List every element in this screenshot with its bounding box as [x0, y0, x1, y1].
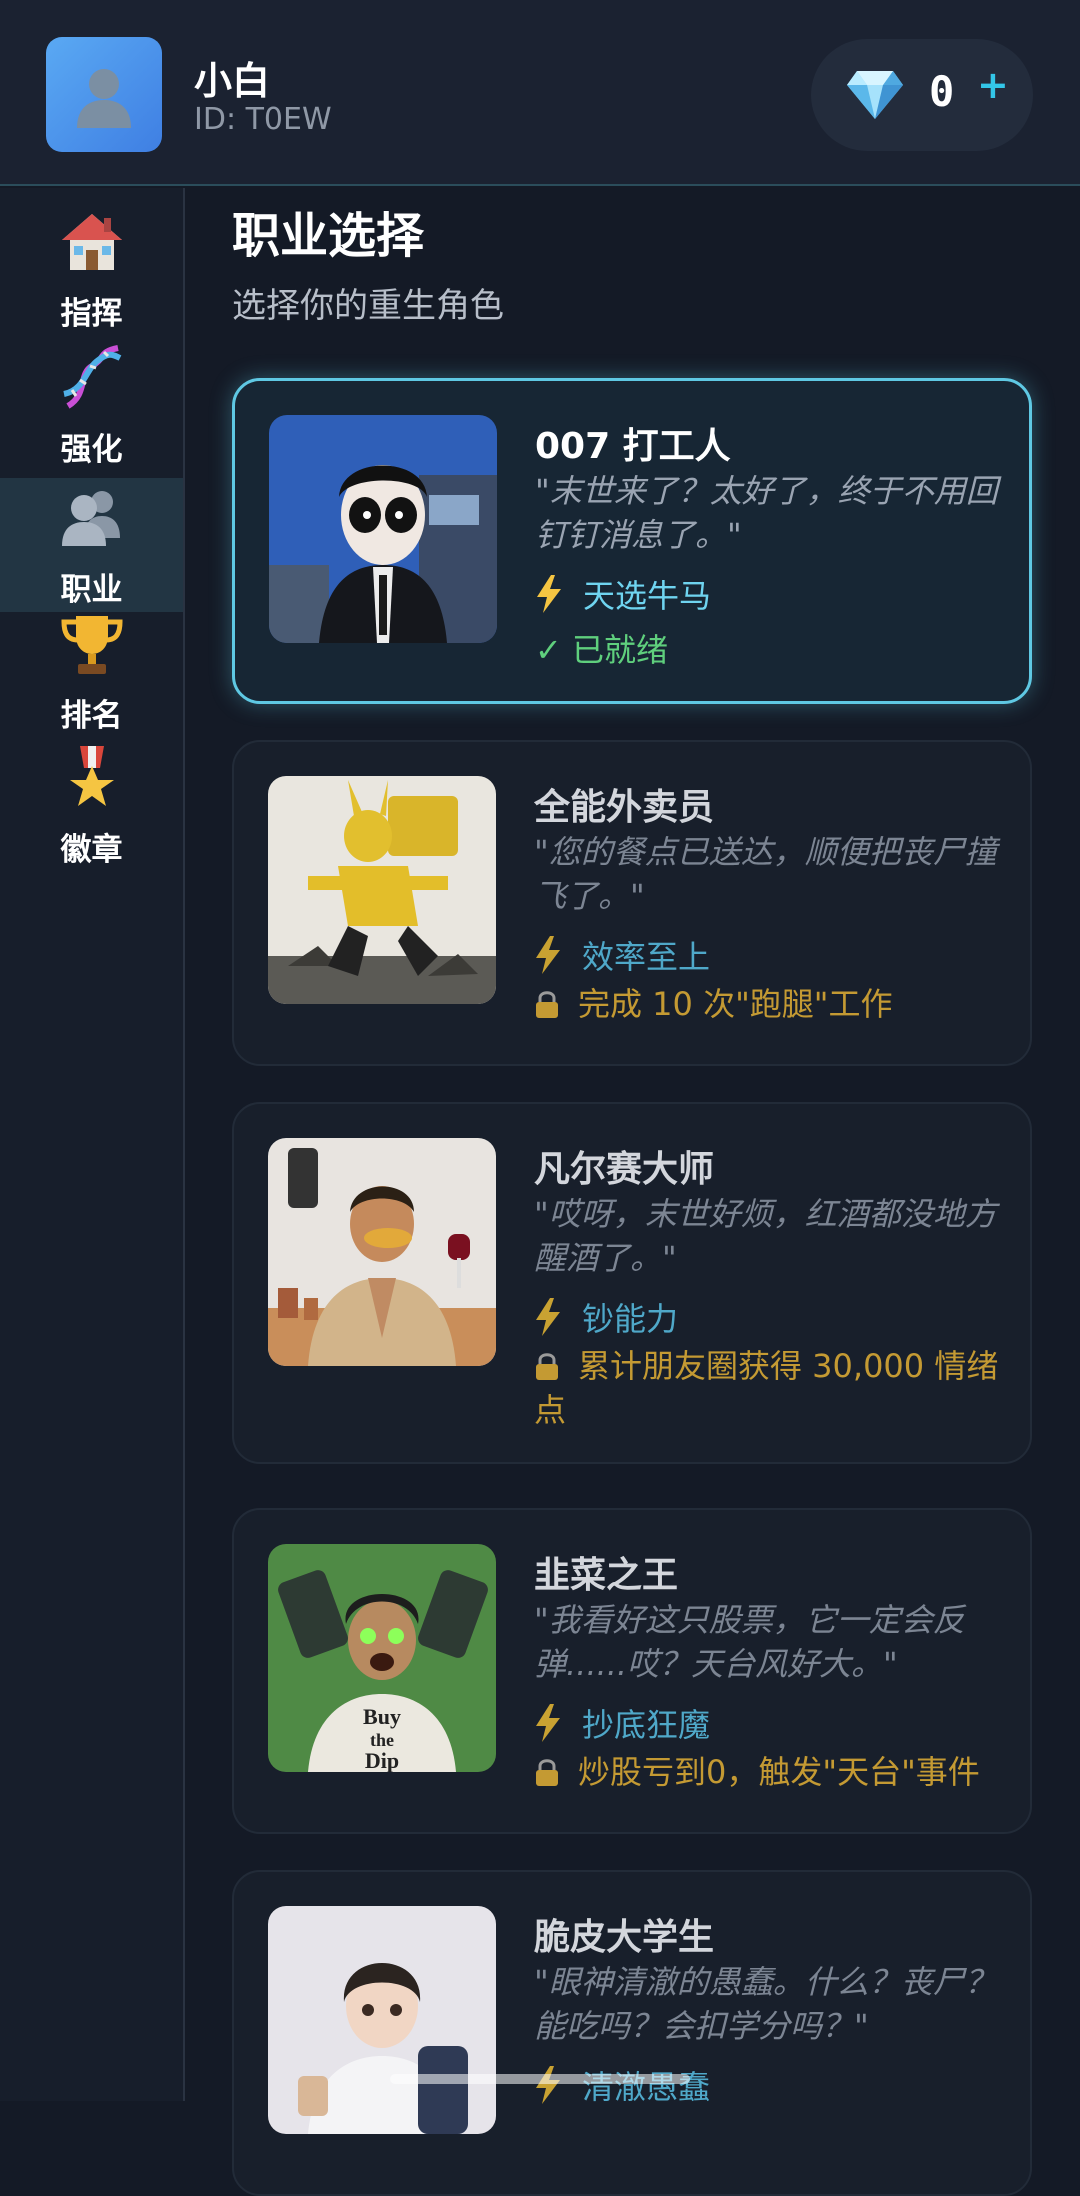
skill-label: 钞能力: [582, 1300, 679, 1338]
profession-card-worker[interactable]: 007 打工人 "末世来了？太好了，终于不用回钉钉消息了。" 天选牛马 ✓ 已就…: [232, 378, 1032, 704]
profession-portrait: [269, 415, 497, 643]
sidebar-item-ranking[interactable]: 排名: [0, 610, 183, 744]
svg-text:Buy: Buy: [363, 1704, 401, 1729]
sidebar-item-profession[interactable]: 职业: [0, 478, 183, 612]
skill-label: 天选牛马: [583, 577, 712, 615]
profession-card-delivery[interactable]: 全能外卖员 "您的餐点已送达，顺便把丧尸撞飞了。" 效率至上 完成 10 次"跑…: [232, 740, 1032, 1066]
profession-title: 脆皮大学生: [534, 1917, 715, 1958]
svg-text:Dip: Dip: [365, 1748, 399, 1772]
profession-quote: "我看好这只股票，它一定会反弹......哎？天台风好大。": [534, 1601, 965, 1683]
diamond-icon: [847, 71, 903, 119]
house-icon: [62, 214, 122, 270]
lock-icon: [536, 991, 558, 1018]
profession-title: 007 打工人: [535, 426, 731, 467]
unlock-requirement: 炒股亏到0，触发"天台"事件: [534, 1750, 1014, 1794]
sidebar-item-command[interactable]: 指挥: [0, 208, 183, 342]
top-header: 小白 ID: T0EW 0 +: [0, 0, 1080, 186]
profession-portrait: [268, 1138, 496, 1366]
lock-icon: [536, 1353, 558, 1380]
svg-text:the: the: [370, 1730, 394, 1750]
main-content: 职业选择 选择你的重生角色 007 打工人 "末世来了？太好了，终于不用回钉钉消…: [186, 188, 1080, 2196]
ready-status: ✓ 已就绪: [535, 631, 668, 669]
sidebar-item-label: 徽章: [60, 832, 123, 868]
profession-title: 全能外卖员: [534, 787, 715, 828]
profession-portrait: [268, 1906, 496, 2134]
profession-skill: 钞能力: [534, 1294, 678, 1340]
unlock-text: 累计朋友圈获得 30,000 情绪点: [534, 1347, 999, 1429]
profession-card-student[interactable]: 脆皮大学生 "眼神清澈的愚蠢。什么？丧尸？能吃吗？会扣学分吗？" 清澈愚蠢: [232, 1870, 1032, 2196]
home-indicator[interactable]: [390, 2074, 690, 2084]
sidebar-item-enhance[interactable]: 强化: [0, 344, 183, 478]
gem-count: 0: [929, 67, 955, 116]
profession-skill: 天选牛马: [535, 571, 711, 617]
page-subtitle: 选择你的重生角色: [232, 286, 504, 326]
medal-icon: [70, 746, 114, 806]
profession-skill: 抄底狂魔: [534, 1700, 710, 1746]
dna-icon: [63, 345, 122, 409]
sidebar-item-badges[interactable]: 徽章: [0, 744, 183, 878]
unlock-requirement: 完成 10 次"跑腿"工作: [534, 982, 1014, 1026]
profession-title: 韭菜之王: [534, 1555, 679, 1596]
skill-label: 效率至上: [582, 938, 711, 976]
profession-title: 凡尔赛大师: [534, 1149, 715, 1190]
lightning-icon: [536, 936, 560, 974]
sidebar-item-label: 强化: [60, 432, 123, 468]
profession-skill: 清澈愚蠢: [534, 2062, 710, 2108]
profession-portrait: Buy the Dip: [268, 1544, 496, 1772]
skill-label: 清澈愚蠢: [582, 2068, 711, 2106]
trophy-icon: [61, 616, 123, 674]
lightning-icon: [536, 2066, 560, 2104]
profession-quote: "您的餐点已送达，顺便把丧尸撞飞了。": [534, 833, 997, 915]
gem-balance[interactable]: 0 +: [811, 39, 1033, 151]
sidebar-nav: 指挥 强化 职业 排名 徽章: [0, 188, 185, 2101]
sidebar-item-label: 排名: [60, 698, 123, 734]
username: 小白: [194, 59, 271, 103]
user-silhouette-icon: [77, 68, 131, 128]
unlock-requirement: 累计朋友圈获得 30,000 情绪点: [534, 1344, 1014, 1432]
profession-skill: 效率至上: [534, 932, 710, 978]
lightning-icon: [537, 575, 561, 613]
page-title: 职业选择: [232, 208, 425, 264]
lightning-icon: [536, 1298, 560, 1336]
sidebar-item-label: 指挥: [60, 296, 123, 332]
profession-card-versailles[interactable]: 凡尔赛大师 "哎呀，末世好烦，红酒都没地方醒酒了。" 钞能力 累计朋友圈获得 3…: [232, 1102, 1032, 1464]
user-id: ID: T0EW: [194, 102, 332, 137]
lock-icon: [536, 1759, 558, 1786]
skill-label: 抄底狂魔: [582, 1706, 711, 1744]
unlock-text: 完成 10 次"跑腿"工作: [578, 985, 893, 1023]
profession-card-leek-king[interactable]: Buy the Dip 韭菜之王 "我看好这只股票，它一定会反弹......哎？…: [232, 1508, 1032, 1834]
avatar[interactable]: [46, 37, 162, 152]
unlock-text: 炒股亏到0，触发"天台"事件: [578, 1753, 980, 1791]
add-gems-button[interactable]: +: [977, 63, 1009, 107]
lightning-icon: [536, 1704, 560, 1742]
sidebar-item-label: 职业: [60, 572, 123, 608]
people-icon: [62, 491, 120, 546]
profession-quote: "末世来了？太好了，终于不用回钉钉消息了。": [535, 472, 998, 554]
profession-portrait: [268, 776, 496, 1004]
profession-quote: "哎呀，末世好烦，红酒都没地方醒酒了。": [534, 1195, 997, 1277]
profession-quote: "眼神清澈的愚蠢。什么？丧尸？能吃吗？会扣学分吗？": [534, 1963, 997, 2045]
